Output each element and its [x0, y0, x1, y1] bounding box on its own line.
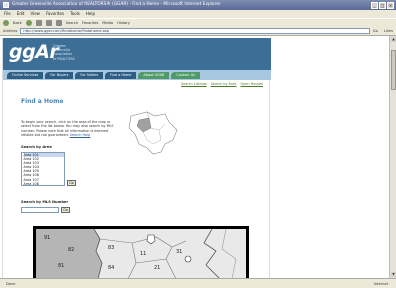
map-label[interactable]: 31 — [176, 249, 182, 255]
nav-about[interactable]: About GGAR — [138, 71, 170, 79]
intro-text: To begin your search, click on the area … — [21, 120, 117, 138]
menu-favorites[interactable]: Favorites — [46, 10, 64, 18]
org-line: of REALTORS — [53, 56, 75, 61]
menu-edit[interactable]: Edit — [17, 10, 25, 18]
toolbar: Back Search Favorites Media History — [0, 18, 396, 27]
help-link[interactable]: Search Help — [70, 133, 90, 137]
subnav-open-houses[interactable]: Open Houses — [240, 82, 263, 86]
page-title: Find a Home — [21, 98, 64, 105]
area-map[interactable]: 82 81 83 84 11 21 31 91 — [33, 226, 249, 278]
nav-find-a-home[interactable]: Find a Home — [105, 71, 137, 79]
menu-view[interactable]: View — [30, 10, 40, 18]
security-zone: Internet — [373, 282, 388, 286]
menu-tools[interactable]: Tools — [70, 10, 80, 18]
map-label[interactable]: 82 — [68, 247, 74, 253]
favorites-button[interactable]: Favorites — [82, 21, 98, 25]
nav-online-services[interactable]: Online Services — [7, 71, 44, 79]
window-title: Greater Greenville Association of REALTO… — [12, 2, 221, 7]
map-label[interactable]: 91 — [44, 235, 50, 241]
area-map-graphic: 82 81 83 84 11 21 31 91 — [36, 229, 246, 278]
menu-file[interactable]: File — [4, 10, 11, 18]
area-listbox[interactable]: Area 101 Area 102 Area 103 Area 104 Area… — [21, 152, 65, 186]
menu-help[interactable]: Help — [86, 10, 95, 18]
back-icon[interactable] — [3, 20, 9, 26]
nav-for-buyers[interactable]: For Buyers — [45, 71, 74, 79]
minimize-button[interactable]: _ — [371, 1, 378, 9]
back-button[interactable]: Back — [13, 21, 22, 25]
intro-paragraph: To begin your search, click on the area … — [21, 120, 114, 138]
vertical-scrollbar[interactable]: ▲ ▼ — [389, 36, 396, 278]
scroll-thumb[interactable] — [391, 50, 396, 90]
subnav-search-listings[interactable]: Search Listings — [181, 82, 207, 86]
status-bar: Done Internet — [0, 278, 396, 288]
subnav-search-area[interactable]: Search by Area — [211, 82, 237, 86]
scroll-down-icon[interactable]: ▼ — [391, 272, 396, 277]
media-button[interactable]: Media — [102, 21, 113, 25]
title-bar: Greater Greenville Association of REALTO… — [0, 0, 396, 10]
site-banner: ggAr Greater Greenville Association of R… — [3, 38, 271, 70]
area-go-button[interactable]: Go — [67, 180, 76, 186]
close-button[interactable]: × — [387, 1, 394, 9]
area-label: Search by Area — [21, 145, 52, 149]
maximize-button[interactable]: □ — [379, 1, 386, 9]
browser-viewport: ggAr Greater Greenville Association of R… — [0, 36, 389, 278]
go-button[interactable]: Go — [373, 29, 381, 33]
address-bar: Address http://www.ggar.com/findahome/fi… — [0, 27, 396, 36]
scroll-up-icon[interactable]: ▲ — [391, 37, 396, 42]
address-label: Address — [3, 29, 18, 33]
map-label[interactable]: 83 — [108, 245, 114, 251]
forward-icon[interactable] — [25, 20, 32, 26]
map-label[interactable]: 84 — [108, 265, 114, 271]
mls-input[interactable] — [21, 207, 59, 213]
area-option[interactable]: Area 108 — [24, 182, 65, 186]
menu-bar: File Edit View Favorites Tools Help — [0, 10, 396, 18]
home-icon[interactable] — [55, 20, 62, 26]
site-logo[interactable]: ggAr — [9, 42, 59, 62]
ie-icon — [3, 2, 9, 8]
links-button[interactable]: Links — [384, 29, 396, 33]
nav-contact[interactable]: Contact Us — [171, 71, 200, 79]
history-button[interactable]: History — [117, 21, 130, 25]
status-text: Done — [6, 282, 16, 286]
mls-go-button[interactable]: Go — [61, 207, 70, 213]
map-label[interactable]: 81 — [58, 263, 64, 269]
address-input[interactable]: http://www.ggar.com/findahome/findahome.… — [20, 28, 370, 34]
search-button[interactable]: Search — [66, 21, 78, 25]
site-nav: Online Services For Buyers For Sellers F… — [3, 70, 271, 80]
mls-label: Search by MLS Number — [21, 200, 69, 204]
stop-icon[interactable] — [35, 20, 42, 26]
state-map[interactable] — [125, 108, 181, 158]
nav-for-sellers[interactable]: For Sellers — [75, 71, 104, 79]
sub-nav: Search Listings Search by Area Open Hous… — [181, 82, 263, 86]
map-label[interactable]: 21 — [154, 265, 160, 271]
map-label[interactable]: 11 — [140, 251, 146, 257]
web-page: ggAr Greater Greenville Association of R… — [2, 38, 271, 278]
refresh-icon[interactable] — [45, 20, 52, 26]
org-name: Greater Greenville Association of REALTO… — [53, 44, 93, 61]
